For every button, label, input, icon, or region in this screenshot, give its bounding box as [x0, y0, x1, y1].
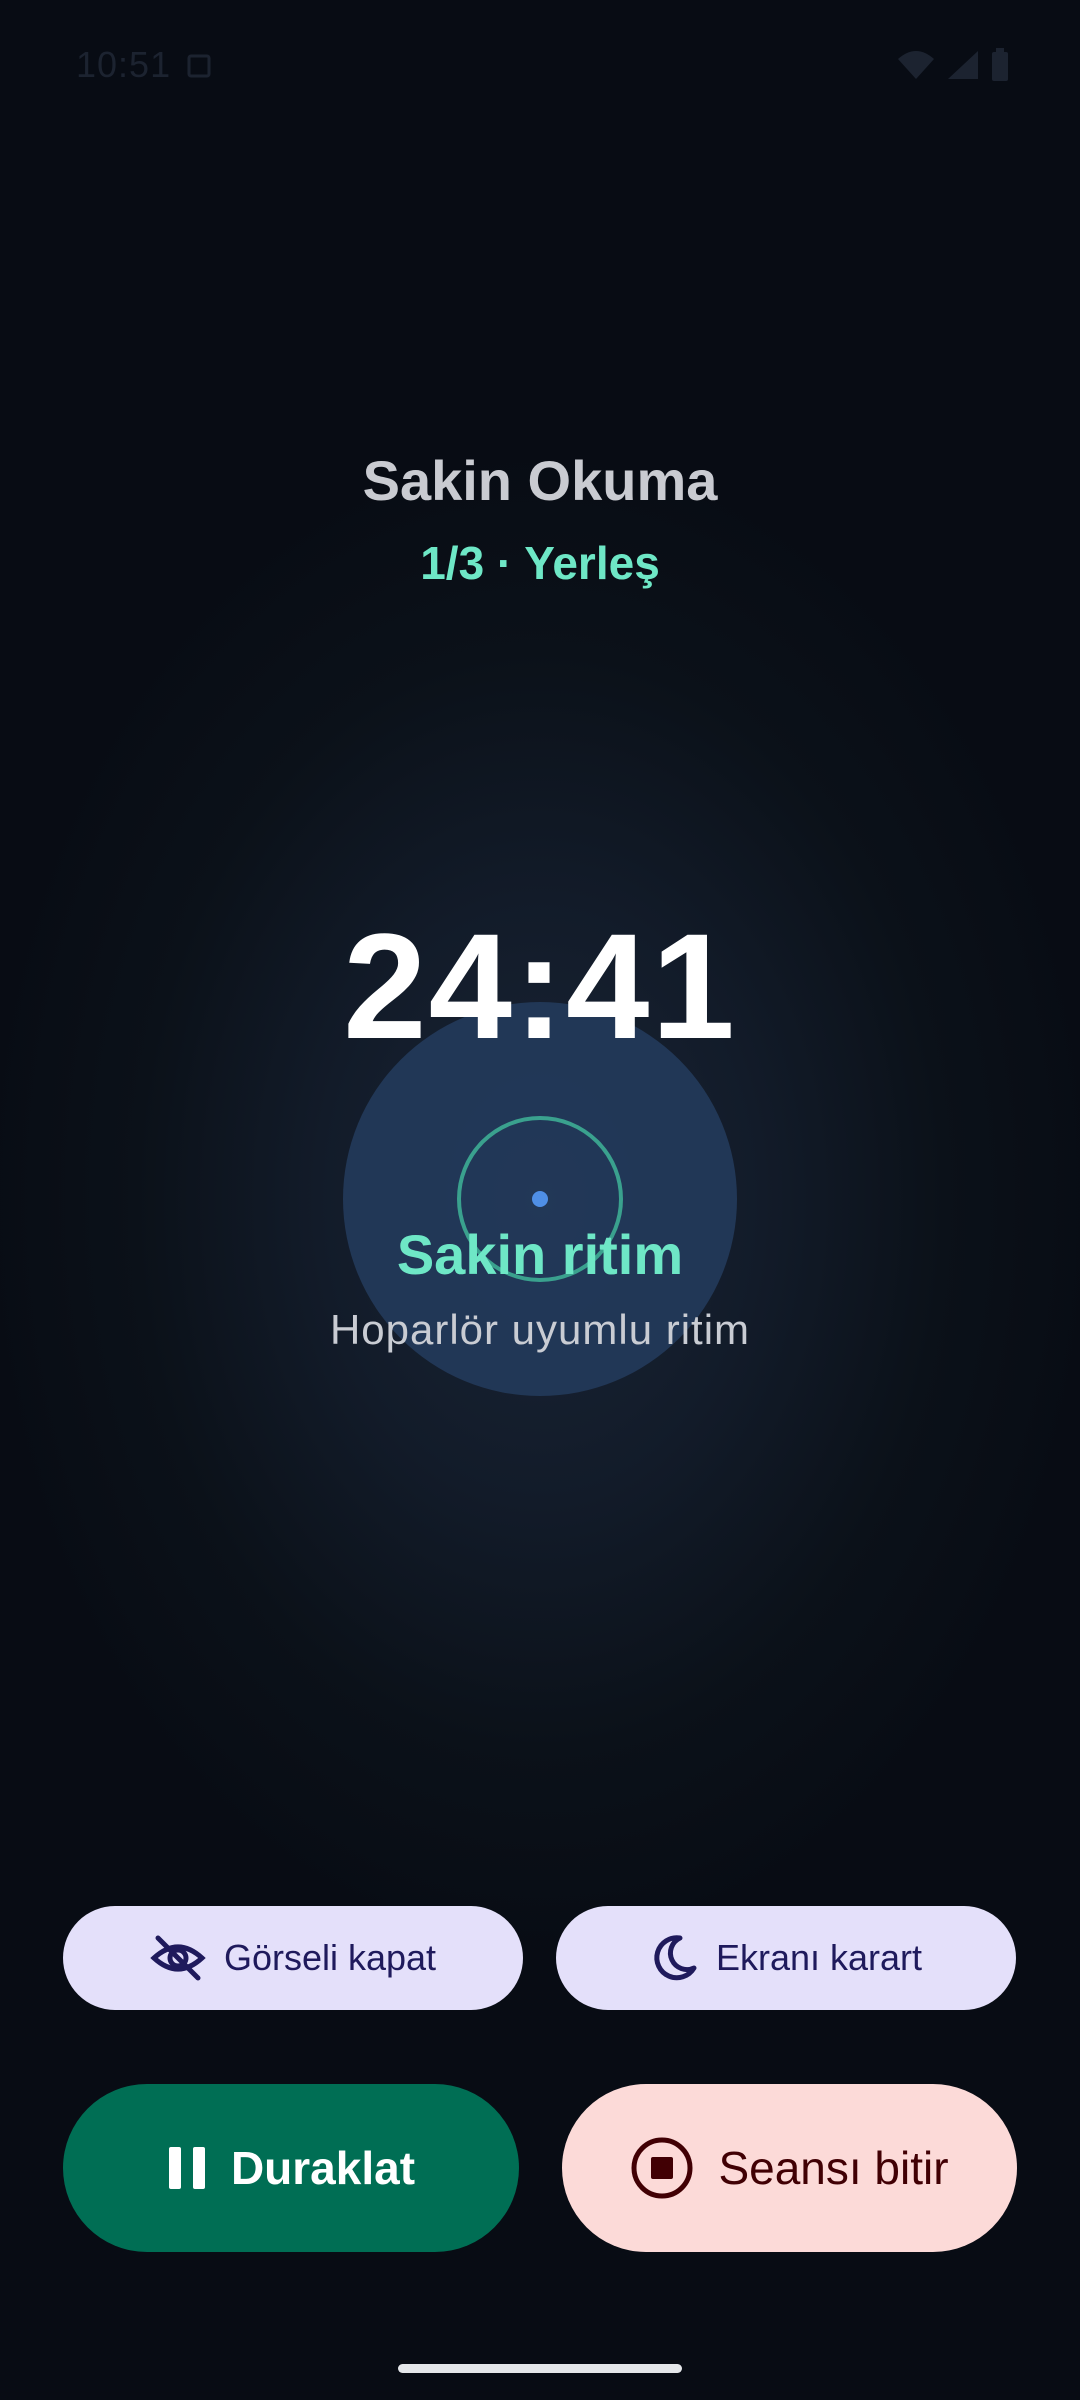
screenshot-icon	[186, 52, 214, 80]
cellular-icon	[946, 49, 980, 86]
session-timer: 24:41	[343, 902, 737, 1070]
pause-button[interactable]: Duraklat	[63, 2084, 519, 2252]
end-session-label: Seansı bitir	[718, 2142, 949, 2194]
dim-screen-label: Ekranı karart	[715, 1937, 923, 1978]
dim-screen-button[interactable]: Ekranı karart	[556, 1906, 1016, 2010]
status-time: 10:51	[76, 44, 172, 85]
rhythm-title: Sakin ritim	[396, 1223, 684, 1286]
moon-icon	[650, 1934, 698, 1982]
meditation-session-screen: 10:51 Sakin Okuma 1/3 · Yerleş 24:41 Sak…	[0, 0, 1080, 2400]
breath-dot	[532, 1191, 548, 1207]
end-session-button[interactable]: Seansı bitir	[562, 2084, 1017, 2252]
pause-icon	[167, 2145, 207, 2191]
stop-circle-icon	[630, 2136, 694, 2200]
hide-visual-button[interactable]: Görseli kapat	[63, 1906, 523, 2010]
session-phase: 1/3 · Yerleş	[420, 537, 660, 589]
status-bar: 10:51	[0, 0, 1080, 130]
status-icons	[896, 48, 1010, 87]
home-indicator[interactable]	[398, 2364, 682, 2373]
session-title: Sakin Okuma	[362, 449, 718, 512]
wifi-icon	[896, 49, 936, 86]
rhythm-subtitle: Hoparlör uyumlu ritim	[329, 1306, 751, 1353]
pause-label: Duraklat	[230, 2142, 416, 2194]
eye-off-icon	[150, 1934, 206, 1982]
battery-icon	[990, 48, 1010, 87]
hide-visual-label: Görseli kapat	[223, 1937, 437, 1978]
